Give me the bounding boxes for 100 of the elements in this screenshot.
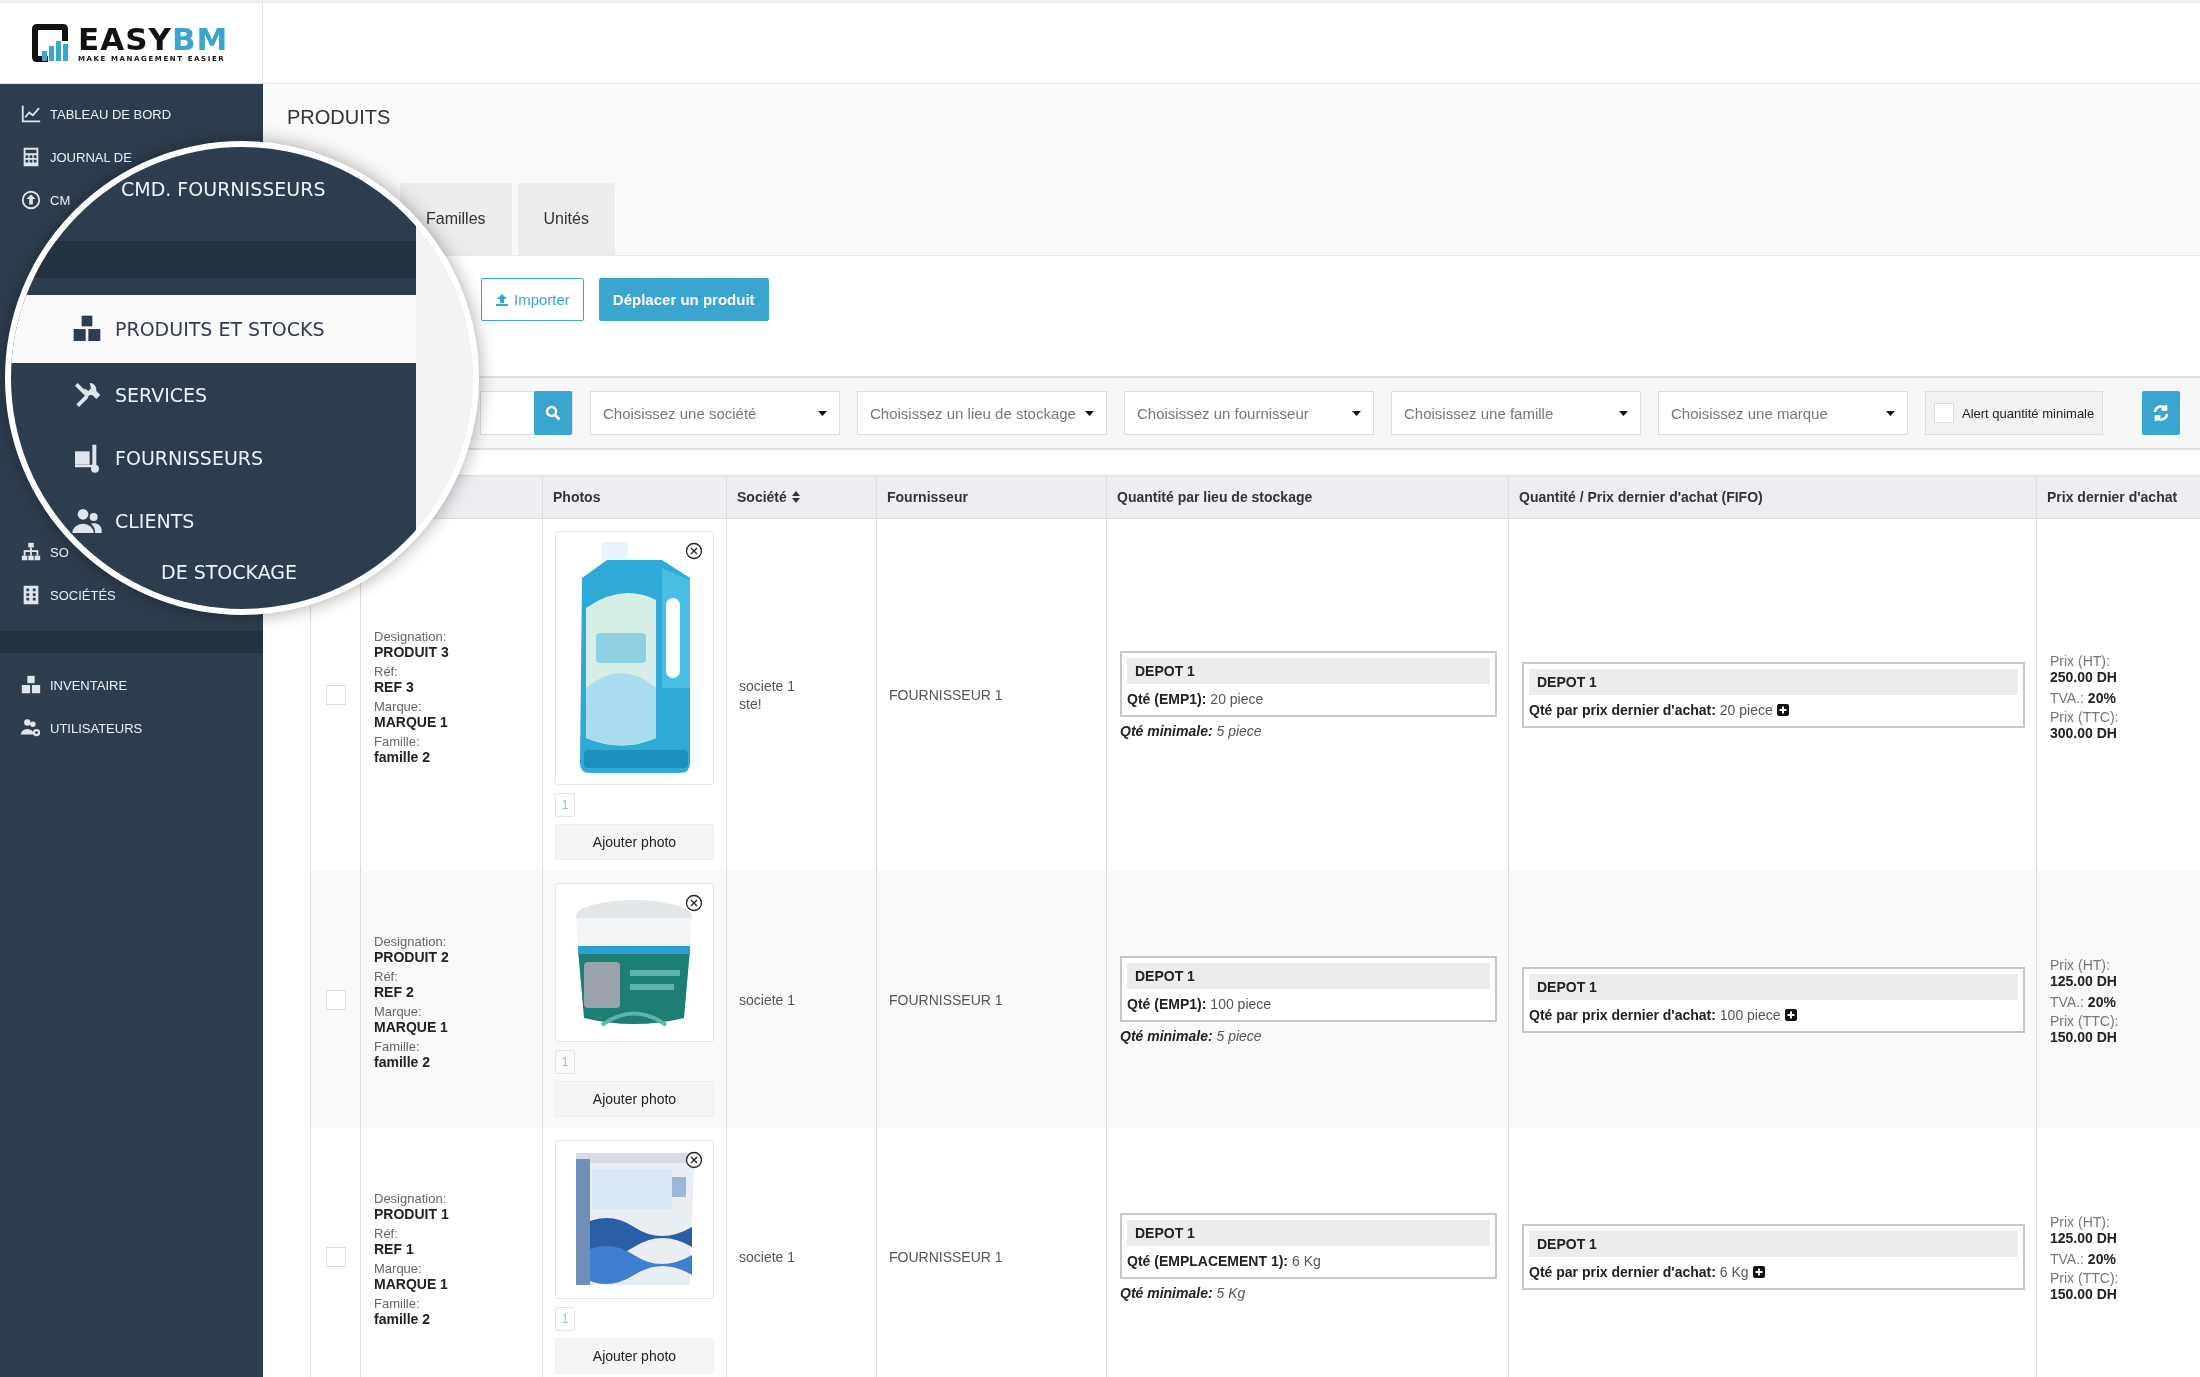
field-value: MARQUE 1 (374, 1018, 449, 1035)
add-photo-button[interactable]: Ajouter photo (555, 1081, 714, 1117)
add-photo-button[interactable]: Ajouter photo (555, 824, 714, 860)
page-title: PRODUITS (287, 106, 392, 129)
select-field[interactable]: Choisissez une marque (1658, 391, 1908, 435)
field-value: PRODUIT 1 (374, 1205, 450, 1222)
price-value: 150.00 DH (2050, 1286, 2118, 1302)
plus-square-icon[interactable] (1784, 1008, 1797, 1021)
field-label: Designation: (374, 629, 448, 644)
tab[interactable]: Unités (517, 183, 615, 255)
row-checkbox[interactable] (325, 1246, 346, 1267)
nav-item[interactable]: PRODUITS ET STOCKS (11, 295, 416, 363)
caret-icon (818, 410, 827, 416)
select-field[interactable]: Choisissez une famille (1391, 391, 1641, 435)
depot-name: DEPOT 1 (1127, 1219, 1490, 1246)
quantity-line: Qté (EMP1): 20 piece (1127, 691, 1265, 707)
minimum-quantity: Qté minimale: 5 piece (1120, 723, 1263, 739)
supplier-name: FOURNISSEUR 1 (889, 991, 1004, 1008)
nav-item[interactable]: SO (20, 542, 69, 562)
price-line: TVA.: 20% (2050, 689, 2117, 706)
supplier-name: FOURNISSEUR 1 (889, 687, 1004, 703)
column-header: Prix dernier d'achat (2047, 489, 2178, 505)
nav-item[interactable]: SERVICES (71, 363, 208, 426)
nav-item[interactable]: INVENTAIRE (20, 675, 128, 695)
supplier-name: FOURNISSEUR 1 (889, 1248, 1004, 1265)
search-button[interactable] (534, 391, 572, 435)
quantity-line: Qté (EMPLACEMENT 1): 6 Kg (1127, 1252, 1322, 1269)
quantity-line: Qté par prix dernier d'achat: 6 Kg (1529, 1263, 1749, 1280)
close-icon[interactable] (685, 894, 703, 912)
nav-item[interactable]: TABLEAU DE BORD (20, 104, 172, 124)
nav-item[interactable]: FOURNISSEURS (71, 426, 264, 489)
price-line: TVA.: 20% (2050, 1251, 2117, 1267)
company-name: ste! (739, 696, 763, 712)
row-checkbox[interactable] (325, 685, 346, 705)
price-label: Prix (TTC): (2050, 1013, 2120, 1029)
nav-item[interactable]: DE STOCKAGE (161, 552, 298, 592)
price-value: 125.00 DH (2050, 1230, 2118, 1246)
nav-item[interactable]: CMD. FOURNISSEURS (121, 173, 326, 205)
price-label: Prix (TTC): (2050, 1270, 2120, 1286)
price-value: 300.00 DH (2050, 724, 2118, 741)
boxes-icon (20, 674, 42, 696)
nav-item[interactable]: CM (20, 190, 71, 210)
column-header: Photos (553, 489, 601, 505)
alert-filter[interactable]: Alert quantité minimale (1925, 391, 2104, 435)
field-value: REF 3 (374, 679, 415, 695)
refresh-button[interactable] (2142, 391, 2181, 435)
company-name: societe 1 (739, 991, 797, 1008)
nav-item[interactable]: JOURNAL DE (20, 147, 132, 167)
select-field[interactable]: Choisissez une société (590, 391, 840, 435)
column-header: Quantité par lieu de stockage (1117, 489, 1313, 505)
minimum-quantity: Qté minimale: 5 piece (1120, 1027, 1263, 1044)
column-header: Fournisseur (887, 489, 968, 505)
depot-name: DEPOT 1 (1529, 1230, 2018, 1257)
logo-wordmark: EASYBM (78, 23, 229, 55)
search-field[interactable] (480, 391, 573, 435)
minimum-quantity: Qté minimale: 5 Kg (1120, 1284, 1247, 1301)
price-label: Prix (HT): (2050, 1214, 2111, 1230)
plus-square-icon[interactable] (1752, 1265, 1765, 1278)
column-header: Société (737, 489, 787, 505)
field-label: Famille: (374, 1038, 421, 1054)
price-label: Prix (HT): (2050, 652, 2111, 669)
field-value: PRODUIT 2 (374, 948, 450, 965)
field-value: PRODUIT 3 (374, 644, 450, 660)
field-value: famille 2 (374, 1053, 432, 1070)
upload-icon (495, 292, 509, 307)
field-label: Marque: (374, 1003, 423, 1019)
select-field[interactable]: Choisissez un lieu de stockage (857, 391, 1107, 435)
price-value: 125.00 DH (2050, 973, 2118, 989)
sort-icon[interactable] (791, 491, 800, 503)
price-label: Prix (HT): (2050, 957, 2111, 973)
select-field[interactable]: Choisissez un fournisseur (1124, 391, 1374, 435)
checkbox[interactable] (1934, 403, 1954, 423)
add-photo-button[interactable]: Ajouter photo (555, 1338, 714, 1374)
nav-item[interactable]: CLIENTS (71, 489, 195, 552)
field-value: famille 2 (374, 749, 432, 765)
caret-icon (1085, 410, 1094, 416)
field-value: famille 2 (374, 1310, 432, 1327)
close-icon[interactable] (685, 542, 703, 560)
field-label: Famille: (374, 734, 421, 749)
users-gear-icon (20, 717, 42, 739)
field-label: Réf: (374, 664, 399, 679)
row-checkbox[interactable] (325, 989, 346, 1010)
close-icon[interactable] (685, 1151, 703, 1169)
quantity-line: Qté par prix dernier d'achat: 20 piece (1529, 702, 1773, 718)
nav-item[interactable]: SOCIÉTÉS (20, 585, 116, 605)
line-chart-icon (20, 103, 42, 125)
field-label: Marque: (374, 1260, 423, 1276)
price-line: TVA.: 20% (2050, 994, 2117, 1010)
company-name: societe 1 (739, 678, 797, 694)
price-value: 250.00 DH (2050, 668, 2118, 685)
nav-item[interactable]: UTILISATEURS (20, 718, 143, 738)
depot-name: DEPOT 1 (1529, 669, 2018, 695)
sitemap-icon (20, 541, 42, 563)
field-label: Réf: (374, 1225, 399, 1241)
field-value: REF 2 (374, 983, 415, 1000)
price-label: Prix (TTC): (2050, 708, 2120, 725)
depot-name: DEPOT 1 (1127, 962, 1490, 989)
alert-label: Alert quantité minimale (1962, 405, 2095, 421)
search-icon (545, 405, 561, 421)
plus-square-icon[interactable] (1776, 704, 1789, 716)
